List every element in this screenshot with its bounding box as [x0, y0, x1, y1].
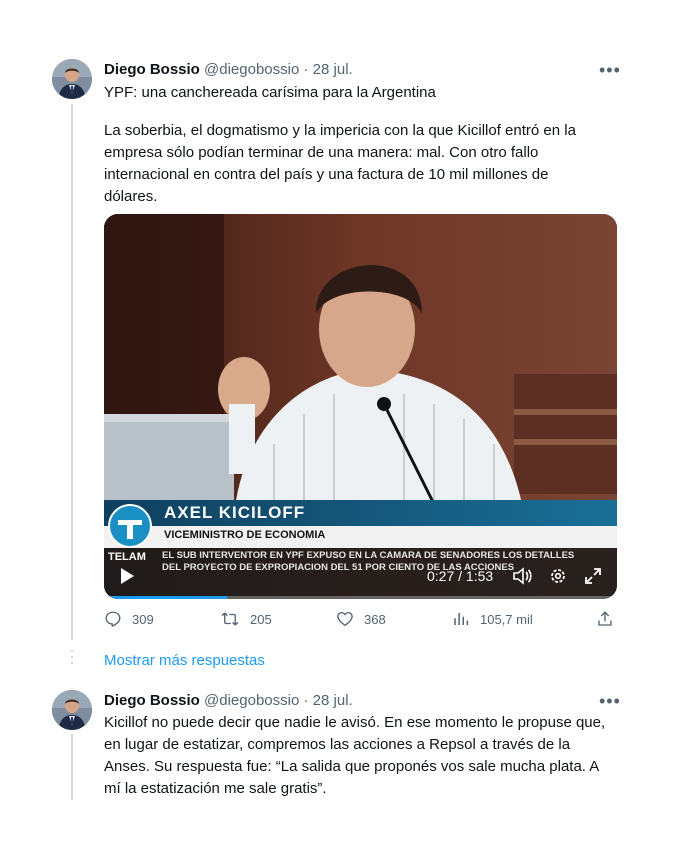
video-player[interactable]: AXEL KICILOFF VICEMINISTRO DE ECONOMIA T… — [104, 214, 617, 599]
settings-button[interactable] — [549, 567, 567, 590]
thread-line — [71, 734, 73, 800]
channel-logo: TELAM — [108, 551, 146, 563]
lower-third-name: AXEL KICILOFF — [164, 503, 306, 522]
tweet-date[interactable]: 28 jul. — [313, 692, 353, 709]
retweet-button[interactable]: 205 — [220, 610, 272, 628]
fullscreen-icon — [585, 568, 601, 584]
progress-track[interactable] — [104, 596, 617, 599]
more-dots-icon[interactable]: ••• — [599, 692, 621, 710]
tweet-text: La soberbia, el dogmatismo y la imperici… — [104, 122, 576, 205]
share-button[interactable] — [596, 610, 614, 628]
retweet-count: 205 — [250, 611, 272, 627]
reply-icon — [105, 611, 121, 627]
tweet-header: Diego Bossio @diegobossio · 28 jul. — [104, 60, 353, 80]
thread-gap-dots — [70, 650, 74, 668]
more-dots-icon[interactable]: ••• — [599, 61, 621, 79]
tweet-date[interactable]: 28 jul. — [313, 61, 353, 78]
video-frame — [104, 214, 617, 599]
reply-count: 309 — [132, 611, 154, 627]
retweet-icon — [221, 612, 239, 626]
lower-third-title: VICEMINISTRO DE ECONOMIA — [164, 529, 326, 541]
avatar[interactable] — [52, 690, 92, 730]
like-count: 368 — [364, 611, 386, 627]
separator: · — [303, 61, 309, 78]
tweet-title: YPF: una canchereada carísima para la Ar… — [104, 84, 436, 101]
video-time: 0:27 / 1:53 — [427, 568, 494, 584]
action-bar: 309 205 368 105,7 mil — [104, 610, 617, 634]
separator: · — [303, 692, 309, 709]
author-handle[interactable]: @diegobossio — [204, 61, 299, 78]
author-handle[interactable]: @diegobossio — [204, 692, 299, 709]
fullscreen-button[interactable] — [584, 567, 602, 590]
progress-fill — [104, 596, 228, 599]
play-button[interactable] — [119, 567, 135, 585]
tweet-text: Kicillof no puede decir que nadie le avi… — [104, 714, 606, 797]
reply-button[interactable]: 309 — [104, 610, 154, 628]
show-more-replies-link[interactable]: Mostrar más respuestas — [104, 651, 265, 671]
author-name[interactable]: Diego Bossio — [104, 61, 200, 78]
volume-button[interactable] — [512, 567, 532, 590]
views-button[interactable]: 105,7 mil — [452, 610, 533, 628]
tweet-header: Diego Bossio @diegobossio · 28 jul. — [104, 691, 353, 711]
thread-line — [71, 104, 73, 640]
avatar[interactable] — [52, 59, 92, 99]
like-button[interactable]: 368 — [336, 610, 386, 628]
views-count: 105,7 mil — [480, 611, 533, 627]
author-name[interactable]: Diego Bossio — [104, 692, 200, 709]
heart-icon — [337, 611, 353, 627]
share-icon — [598, 611, 612, 626]
play-icon — [121, 568, 134, 584]
gear-icon — [551, 569, 565, 583]
volume-icon — [513, 567, 532, 585]
views-icon — [454, 613, 469, 625]
